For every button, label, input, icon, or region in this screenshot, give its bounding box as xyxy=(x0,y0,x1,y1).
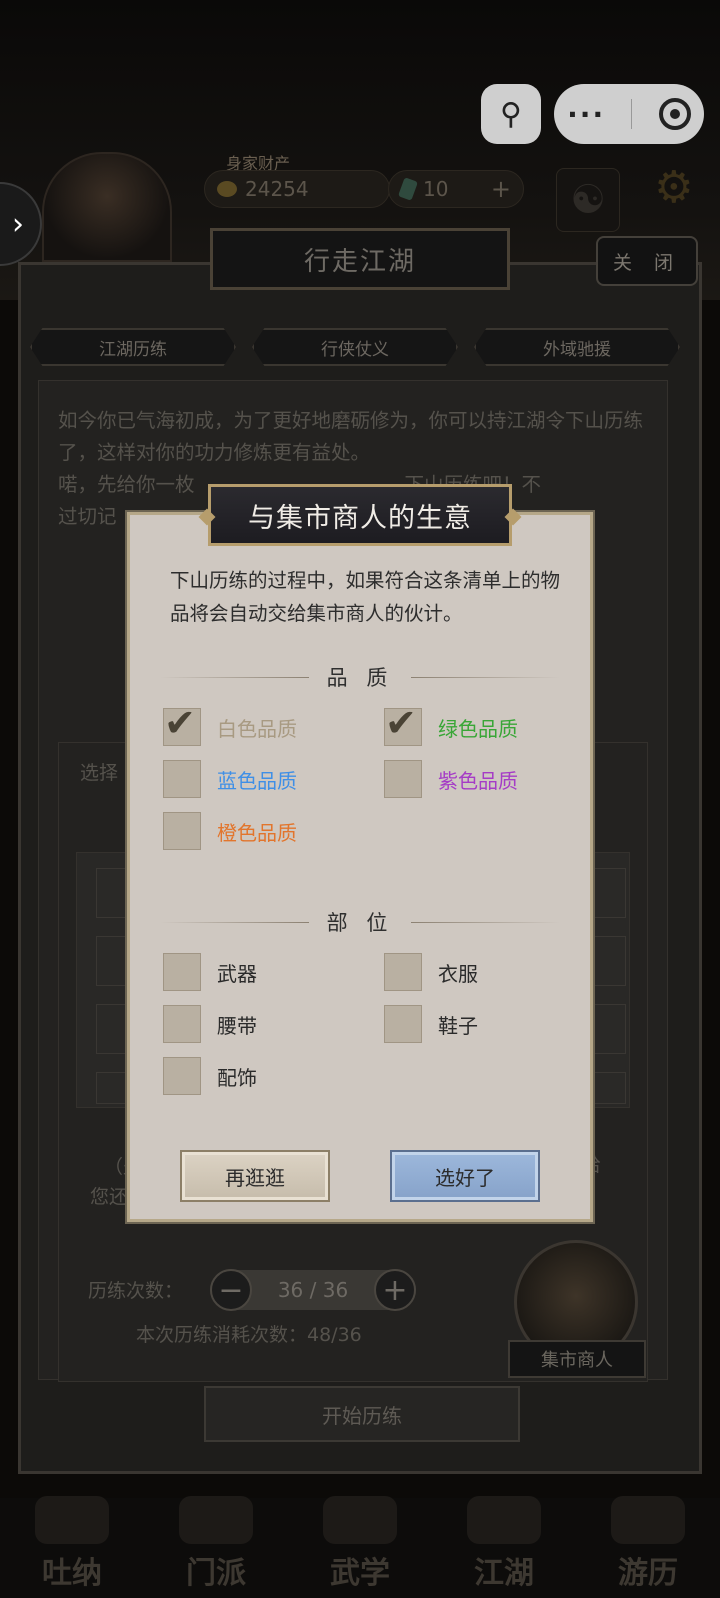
option-label: 腰带 xyxy=(217,1013,257,1038)
count-value: 36 / 36 xyxy=(277,1278,349,1302)
nav-item-martial[interactable]: 武学 xyxy=(305,1496,415,1592)
quality-header: 品 质 xyxy=(160,662,560,692)
checkbox[interactable] xyxy=(384,760,422,798)
quality-purple-option[interactable]: 紫色品质 xyxy=(384,760,518,798)
divider xyxy=(411,676,560,678)
tab-chivalry[interactable]: 行侠仗义 xyxy=(252,328,458,366)
close-button[interactable]: 关 闭 xyxy=(596,236,698,286)
mini-program-capsule: ··· xyxy=(554,84,704,144)
checkbox[interactable] xyxy=(163,760,201,798)
count-stepper: − 36 / 36 + xyxy=(210,1269,416,1311)
part-header: 部 位 xyxy=(160,907,560,937)
quality-blue-option[interactable]: 蓝色品质 xyxy=(163,760,297,798)
jade-icon xyxy=(398,177,418,201)
more-menu-button[interactable]: ··· xyxy=(567,98,605,131)
checkbox[interactable] xyxy=(163,1057,201,1095)
player-avatar[interactable] xyxy=(42,152,172,262)
quality-green-option[interactable]: 绿色品质 xyxy=(384,701,518,746)
coin-icon xyxy=(217,181,237,197)
option-label: 绿色品质 xyxy=(438,716,518,741)
quality-header-label: 品 质 xyxy=(326,666,394,690)
jianghu-icon xyxy=(467,1496,541,1544)
panel-title: 行走江湖 xyxy=(210,228,510,290)
gear-icon[interactable]: ⚙ xyxy=(654,162,693,213)
nav-label: 武学 xyxy=(330,1556,390,1591)
jade-value: 10 xyxy=(423,177,449,201)
bottom-nav: 吐纳 门派 武学 江湖 游历 xyxy=(0,1496,720,1598)
add-jade-button[interactable]: + xyxy=(491,175,511,203)
checkbox[interactable] xyxy=(163,953,201,991)
checkbox[interactable] xyxy=(163,812,201,850)
nav-label: 门派 xyxy=(186,1556,246,1591)
dialog-title: 与集市商人的生意 xyxy=(208,484,512,546)
nav-item-jianghu[interactable]: 江湖 xyxy=(449,1496,559,1592)
copper-resource: 24254 xyxy=(204,170,390,208)
part-shoes-option[interactable]: 鞋子 xyxy=(384,1005,478,1043)
nav-label: 游历 xyxy=(618,1556,678,1591)
breathing-icon xyxy=(35,1496,109,1544)
intro-line-1: 如今你已气海初成，为了更好地磨砺修为，你可以持江湖令下山历练了，这样对你的功力修… xyxy=(58,409,644,464)
nav-item-sect[interactable]: 门派 xyxy=(161,1496,271,1592)
nav-label: 吐纳 xyxy=(42,1556,102,1591)
part-header-label: 部 位 xyxy=(326,911,394,935)
checkbox[interactable] xyxy=(384,953,422,991)
quality-white-option[interactable]: 白色品质 xyxy=(163,701,297,746)
chevron-right-icon: › xyxy=(12,206,24,242)
capsule-divider xyxy=(631,99,633,129)
yinyang-icon[interactable]: ☯ xyxy=(556,168,620,232)
nav-label: 江湖 xyxy=(474,1556,534,1591)
checkbox[interactable] xyxy=(384,701,422,746)
close-miniprogram-icon[interactable] xyxy=(658,98,691,130)
travel-icon xyxy=(611,1496,685,1544)
part-clothes-option[interactable]: 衣服 xyxy=(384,953,478,991)
sect-icon xyxy=(179,1496,253,1544)
start-training-button[interactable]: 开始历练 xyxy=(204,1386,520,1442)
part-belt-option[interactable]: 腰带 xyxy=(163,1005,257,1043)
nav-item-breathing[interactable]: 吐纳 xyxy=(17,1496,127,1592)
consume-text: 本次历练消耗次数：48/36 xyxy=(136,1324,362,1346)
option-label: 蓝色品质 xyxy=(217,768,297,793)
part-weapon-option[interactable]: 武器 xyxy=(163,953,257,991)
browse-more-button[interactable]: 再逛逛 xyxy=(180,1150,330,1202)
minus-button[interactable]: − xyxy=(210,1269,252,1311)
checkbox[interactable] xyxy=(384,1005,422,1043)
option-label: 配饰 xyxy=(217,1065,257,1090)
select-label: 选择 xyxy=(80,762,119,784)
confirm-selection-button[interactable]: 选好了 xyxy=(390,1150,540,1202)
tab-jianghu-training[interactable]: 江湖历练 xyxy=(30,328,236,366)
option-label: 橙色品质 xyxy=(217,820,297,845)
martial-book-icon xyxy=(323,1496,397,1544)
option-label: 紫色品质 xyxy=(438,768,518,793)
copper-value: 24254 xyxy=(245,177,309,201)
checkbox[interactable] xyxy=(163,1005,201,1043)
location-button[interactable]: ⚲ xyxy=(481,84,541,144)
quality-orange-option[interactable]: 橙色品质 xyxy=(163,812,297,850)
side-expand-button[interactable]: › xyxy=(0,182,42,266)
part-accessory-option[interactable]: 配饰 xyxy=(163,1057,257,1095)
divider xyxy=(160,921,309,923)
nav-item-travel[interactable]: 游历 xyxy=(593,1496,703,1592)
divider xyxy=(411,921,560,923)
tab-foreign-aid[interactable]: 外域驰援 xyxy=(474,328,680,366)
location-pin-icon: ⚲ xyxy=(500,96,522,132)
option-label: 白色品质 xyxy=(217,716,297,741)
divider xyxy=(160,676,309,678)
option-label: 鞋子 xyxy=(438,1013,478,1038)
plus-button[interactable]: + xyxy=(373,1269,416,1311)
note-line-2: 您还 xyxy=(90,1186,129,1208)
option-label: 武器 xyxy=(217,961,257,986)
jade-resource: 10 + xyxy=(388,170,524,208)
merchant-label[interactable]: 集市商人 xyxy=(508,1340,646,1378)
count-label: 历练次数： xyxy=(88,1280,184,1302)
option-label: 衣服 xyxy=(438,961,478,986)
checkbox[interactable] xyxy=(163,701,201,746)
dialog-description: 下山历练的过程中，如果符合这条清单上的物品将会自动交给集市商人的伙计。 xyxy=(170,569,561,625)
